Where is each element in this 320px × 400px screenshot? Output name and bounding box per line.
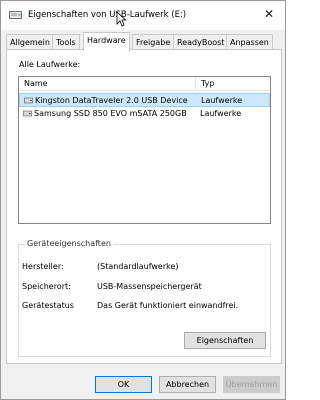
tab-freigabe[interactable]: Freigabe: [132, 34, 175, 50]
drive-name: Samsung SSD 850 EVO mSATA 250GB: [34, 109, 187, 118]
mouse-cursor-icon: [116, 11, 126, 27]
drive-row-kingston[interactable]: Kingston DataTraveler 2.0 USB Device Lau…: [19, 93, 270, 107]
column-header-name[interactable]: Name: [19, 77, 196, 91]
column-header-type[interactable]: Typ: [196, 77, 270, 91]
tab-strip: Allgemein Tools Hardware Freigabe ReadyB…: [6, 32, 282, 51]
usb-drive-icon: [9, 11, 22, 19]
drive-type: Laufwerke: [200, 109, 242, 118]
tab-readyboost[interactable]: ReadyBoost: [173, 34, 229, 50]
manufacturer-value: (Standardlaufwerke): [97, 262, 179, 271]
close-button[interactable]: ✕: [261, 6, 277, 22]
close-icon: ✕: [263, 7, 275, 21]
drive-icon: [23, 110, 32, 117]
device-properties-group: Geräteeigenschaften Hersteller: (Standar…: [18, 239, 271, 357]
tab-anpassen[interactable]: Anpassen: [226, 34, 273, 50]
status-value: Das Gerät funktioniert einwandfrei.: [97, 301, 239, 310]
all-drives-label: Alle Laufwerke:: [19, 60, 81, 69]
drive-type: Laufwerke: [201, 96, 243, 105]
drives-list[interactable]: Name Typ Kingston DataTraveler 2.0 USB D…: [18, 76, 271, 224]
list-header: Name Typ: [19, 77, 270, 91]
drive-name: Kingston DataTraveler 2.0 USB Device: [35, 96, 188, 105]
apply-button[interactable]: Übernehmen: [223, 376, 280, 393]
location-label: Speicherort:: [22, 282, 71, 291]
status-label: Gerätestatus: [22, 301, 74, 310]
drive-row-samsung[interactable]: Samsung SSD 850 EVO mSATA 250GB Laufwerk…: [19, 107, 270, 121]
location-value: USB-Massenspeichergerät: [97, 282, 202, 291]
tab-allgemein[interactable]: Allgemein: [6, 34, 54, 50]
properties-button[interactable]: Eigenschaften: [184, 332, 266, 349]
group-title: Geräteeigenschaften: [25, 239, 113, 248]
title-bar: Eigenschaften von USB-Laufwerk (E:) ✕: [1, 1, 285, 30]
manufacturer-label: Hersteller:: [22, 262, 64, 271]
tab-hardware[interactable]: Hardware: [83, 32, 130, 51]
cancel-button[interactable]: Abbrechen: [159, 376, 216, 393]
tab-tools[interactable]: Tools: [52, 34, 80, 50]
hardware-panel: Alle Laufwerke: Name Typ Kingston DataTr…: [6, 49, 282, 364]
ok-button[interactable]: OK: [95, 376, 152, 393]
drive-icon: [24, 97, 33, 104]
properties-dialog: Eigenschaften von USB-Laufwerk (E:) ✕ Al…: [0, 0, 286, 400]
window-title: Eigenschaften von USB-Laufwerk (E:): [28, 10, 187, 20]
